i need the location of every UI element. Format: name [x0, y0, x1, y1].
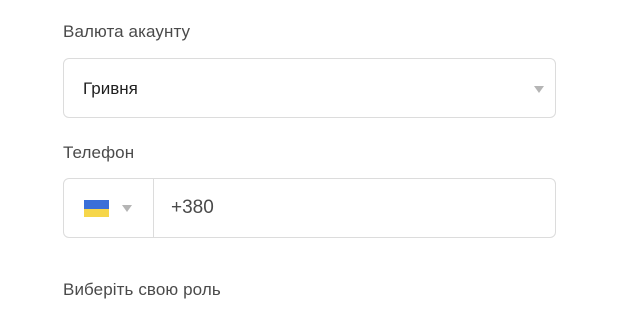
ukraine-flag-icon: [84, 200, 109, 217]
chevron-down-icon: [122, 205, 132, 212]
country-code-dropdown[interactable]: [64, 179, 154, 237]
chevron-down-icon: [534, 86, 544, 93]
role-label: Виберіть свою роль: [63, 280, 221, 299]
currency-selected-value: Гривня: [83, 79, 138, 98]
currency-select[interactable]: Гривня: [63, 58, 556, 118]
phone-label: Телефон: [63, 143, 135, 162]
phone-field: [63, 178, 556, 238]
phone-number-input[interactable]: [171, 179, 541, 237]
currency-label: Валюта акаунту: [63, 22, 191, 41]
